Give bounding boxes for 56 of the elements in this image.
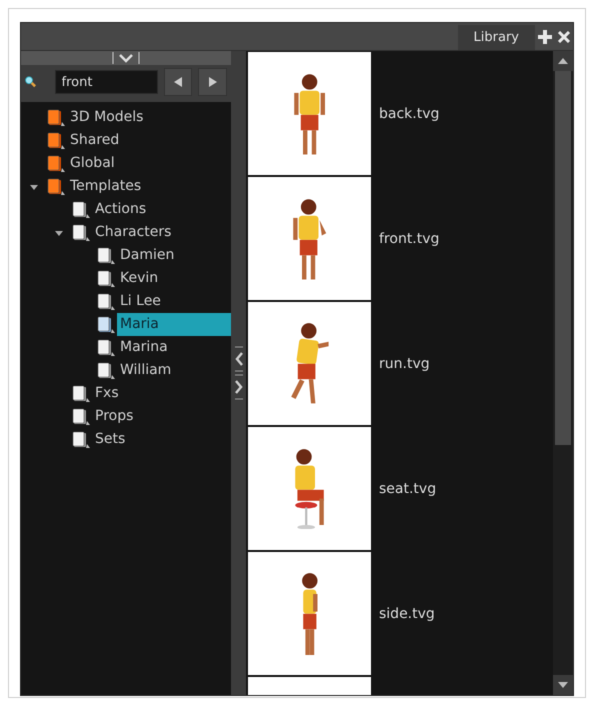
tree-item[interactable]: Global xyxy=(67,152,231,175)
thumbnail[interactable] xyxy=(248,177,371,300)
template-name[interactable]: seat.tvg xyxy=(379,480,436,496)
folder-icon xyxy=(72,222,92,242)
tree-item[interactable]: Shared xyxy=(67,129,231,152)
tree-item[interactable]: Templates xyxy=(67,175,231,198)
scroll-down-button[interactable] xyxy=(553,675,573,695)
folder-icon xyxy=(72,200,92,220)
folder-icon xyxy=(72,430,92,450)
tree-item[interactable]: Sets xyxy=(92,428,231,451)
tree-item[interactable]: Damien xyxy=(117,244,231,267)
plus-icon xyxy=(538,30,552,44)
folder-icon xyxy=(47,154,67,174)
thumbnail[interactable] xyxy=(248,52,371,175)
folder-icon xyxy=(97,314,117,334)
folder-icon xyxy=(97,246,117,266)
template-name[interactable]: run.tvg xyxy=(379,356,430,372)
splitter-arrows-icon[interactable] xyxy=(232,345,244,401)
right-triangle-icon xyxy=(208,76,218,88)
tree-item[interactable]: Actions xyxy=(92,198,231,221)
tree-item[interactable]: Marina xyxy=(117,336,231,359)
tree-item[interactable]: Kevin xyxy=(117,267,231,290)
chevron-down-icon xyxy=(112,51,140,65)
left-triangle-icon xyxy=(172,76,183,88)
collapse-bar[interactable] xyxy=(21,51,231,65)
tree-item[interactable]: Maria xyxy=(117,313,231,336)
tree-item[interactable]: Characters xyxy=(92,221,231,244)
thumbnail[interactable] xyxy=(248,302,371,425)
folder-icon xyxy=(97,360,117,380)
tree-item[interactable]: 3D Models xyxy=(67,106,231,129)
template-name[interactable]: back.tvg xyxy=(379,106,440,122)
previous-button[interactable] xyxy=(164,68,192,96)
search-field[interactable]: front xyxy=(54,70,158,94)
folder-icon xyxy=(72,384,92,404)
up-triangle-icon xyxy=(558,58,568,64)
template-name[interactable]: side.tvg xyxy=(379,606,435,622)
template-name[interactable]: front.tvg xyxy=(379,230,440,246)
tree-item[interactable]: Li Lee xyxy=(117,290,231,313)
library-tab[interactable]: Library xyxy=(458,25,535,50)
tree-item[interactable]: Props xyxy=(92,405,231,428)
folder-icon xyxy=(97,292,117,312)
scrollbar-thumb[interactable] xyxy=(555,71,571,445)
tree-item[interactable]: William xyxy=(117,359,231,382)
folder-icon xyxy=(47,108,67,128)
next-button[interactable] xyxy=(198,68,227,96)
down-triangle-icon xyxy=(558,682,568,688)
thumbnail[interactable] xyxy=(248,552,371,675)
tree-item[interactable]: Fxs xyxy=(92,382,231,405)
folder-icon xyxy=(47,176,67,196)
folder-icon xyxy=(72,406,92,426)
folder-icon xyxy=(97,268,117,288)
folder-icon xyxy=(97,338,117,358)
folder-icon xyxy=(47,130,67,150)
thumbnail[interactable] xyxy=(248,427,371,550)
close-icon xyxy=(558,30,570,42)
scroll-up-button[interactable] xyxy=(553,51,573,71)
